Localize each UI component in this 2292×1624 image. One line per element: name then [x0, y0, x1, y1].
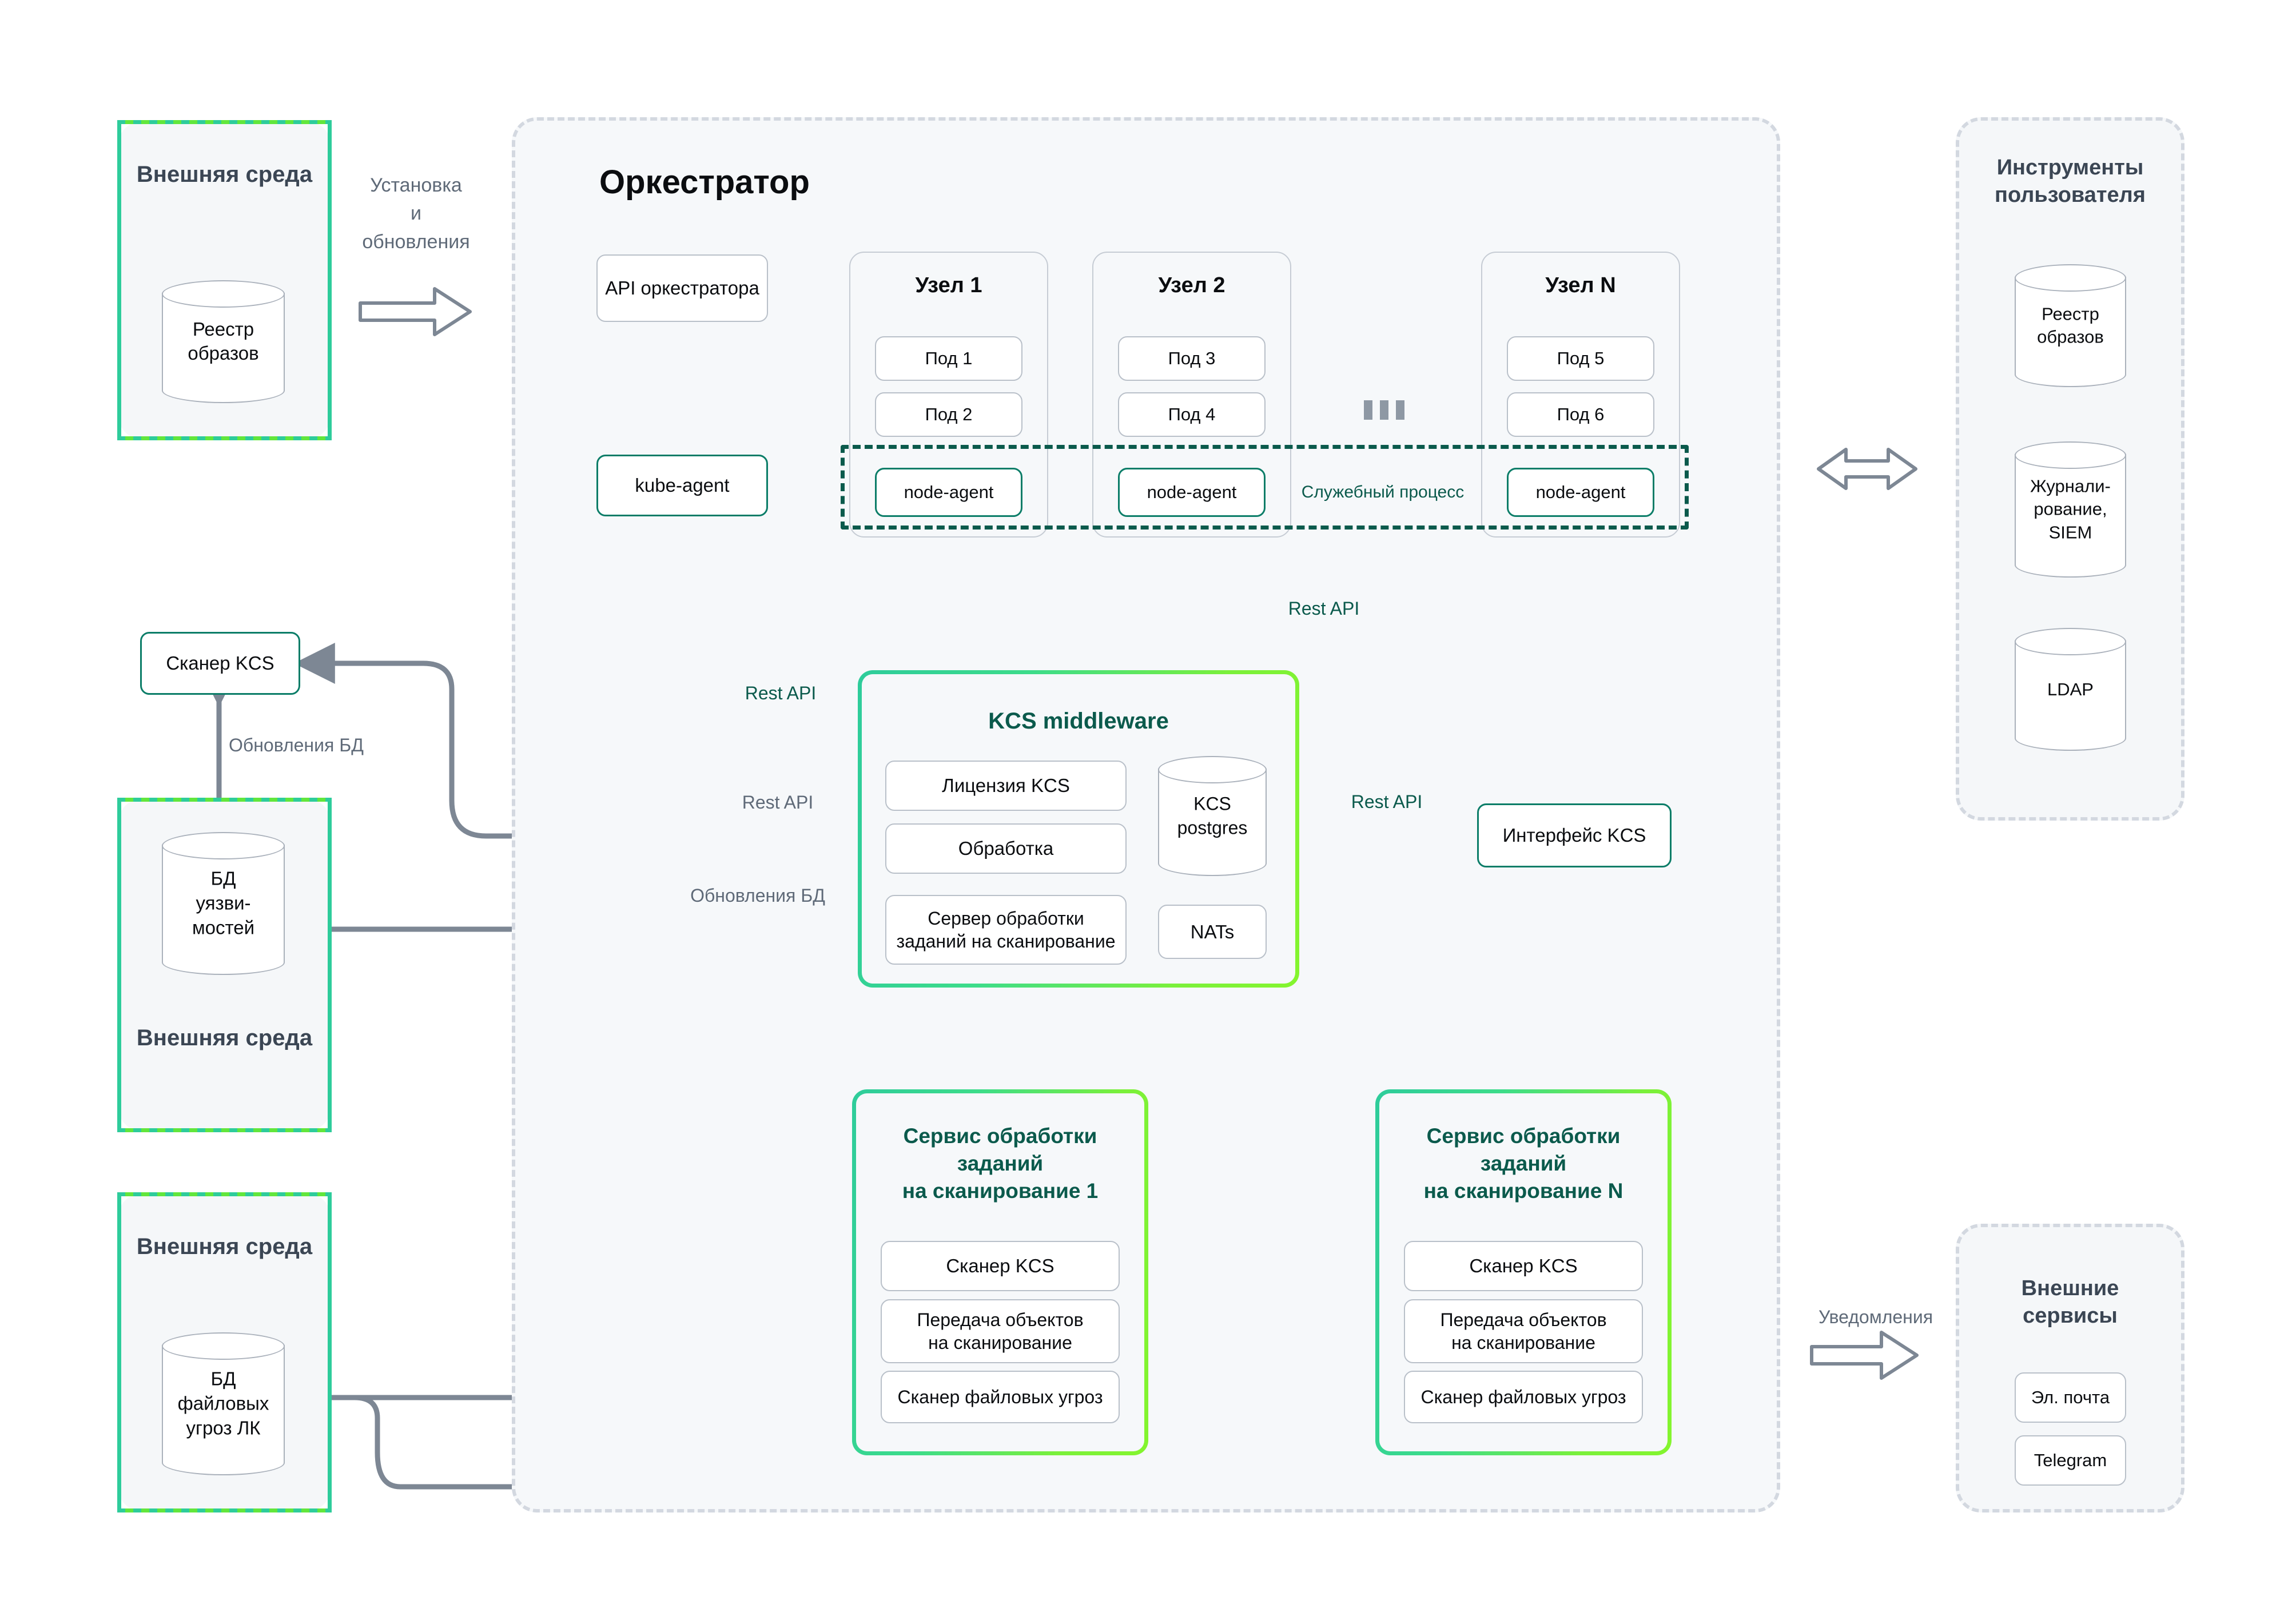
kube-agent-box[interactable]: kube-agent	[596, 455, 768, 516]
scan-service-n-file-threat-box[interactable]: Сканер файловых угроз	[1404, 1371, 1643, 1423]
image-registry-db-right-label: Реестр образов	[2037, 304, 2104, 347]
rest-api-interface-label: Rest API	[1351, 791, 1423, 812]
pod-box-4[interactable]: Под 4	[1118, 392, 1266, 437]
nats-box[interactable]: NATs	[1158, 905, 1267, 959]
service-process-band	[841, 445, 1689, 530]
processing-box[interactable]: Обработка	[885, 823, 1127, 874]
nats-label: NATs	[1190, 921, 1235, 942]
scan-service-n-transfer-box[interactable]: Передача объектов на сканирование	[1404, 1299, 1643, 1363]
kcs-postgres-db: KCS postgres	[1158, 756, 1267, 876]
external-env-mid-title: Внешняя среда	[129, 1024, 320, 1052]
scan-service-n-scanner-box[interactable]: Сканер KCS	[1404, 1241, 1643, 1291]
pod-box-2[interactable]: Под 2	[875, 392, 1022, 437]
scan-service-n-title: Сервис обработки заданий на сканирование N	[1423, 1124, 1624, 1203]
image-registry-db-left-label: Реестр образов	[188, 318, 259, 364]
node-n-title: Узел N	[1545, 273, 1616, 297]
telegram-label: Telegram	[2034, 1450, 2107, 1470]
license-kcs-label: Лицензия KCS	[942, 775, 1070, 797]
telegram-box[interactable]: Telegram	[2015, 1435, 2126, 1486]
external-env-top-title-text: Внешняя среда	[136, 162, 313, 187]
scan-task-server-label: Сервер обработки заданий на сканирование	[896, 908, 1116, 952]
email-label: Эл. почта	[2031, 1387, 2110, 1407]
kcs-scanner-left-label: Сканер KCS	[166, 652, 274, 674]
scan-service-1-title: Сервис обработки заданий на сканирование 1	[902, 1124, 1099, 1203]
notifications-label: Уведомления	[1790, 1304, 1961, 1330]
ldap-db: LDAP	[2015, 628, 2126, 751]
orchestrator-title: Оркестратор	[599, 163, 810, 201]
file-threat-db-label: БД файловых угроз ЛК	[177, 1368, 269, 1439]
vulnerability-db: БД уязви-мостей	[162, 832, 285, 975]
external-env-bottom-title-text: Внешняя среда	[136, 1234, 313, 1259]
pod-box-1[interactable]: Под 1	[875, 336, 1022, 381]
email-box[interactable]: Эл. почта	[2015, 1372, 2126, 1423]
pod-box-3[interactable]: Под 3	[1118, 336, 1266, 381]
license-kcs-box[interactable]: Лицензия KCS	[885, 761, 1127, 811]
kcs-middleware-title-text: KCS middleware	[988, 708, 1169, 734]
rest-api-scanner-label: Rest API	[742, 792, 814, 813]
external-env-mid-title-text: Внешняя среда	[136, 1025, 313, 1050]
nodes-ellipsis-icon	[1364, 400, 1404, 420]
db-updates-scanner-label: Обновления БД	[229, 735, 364, 755]
scan-service-1-transfer-box[interactable]: Передача объектов на сканирование	[881, 1299, 1120, 1363]
diagram-canvas: Внешняя среда Реестр образов Установка и об…	[0, 0, 2292, 1624]
node-2-title: Узел 2	[1158, 273, 1225, 297]
logging-siem-db: Журнали-рование, SIEM	[2015, 441, 2126, 578]
rest-api-nodes-label: Rest API	[1288, 598, 1360, 619]
node-1-title: Узел 1	[915, 273, 982, 297]
kcs-scanner-left-box[interactable]: Сканер KCS	[140, 632, 300, 695]
external-env-bottom-title: Внешняя среда	[129, 1232, 320, 1261]
kcs-middleware-title: KCS middleware	[858, 706, 1299, 736]
image-registry-db-left: Реестр образов	[162, 280, 285, 403]
kube-agent-label: kube-agent	[635, 475, 730, 496]
file-threat-db: БД файловых угроз ЛК	[162, 1332, 285, 1475]
vulnerability-db-label: БД уязви-мостей	[192, 867, 255, 938]
ldap-db-label: LDAP	[2047, 679, 2094, 699]
kcs-postgres-label: KCS postgres	[1177, 793, 1248, 838]
notifications-label-text: Уведомления	[1818, 1307, 1933, 1327]
external-services-title: Внешние сервисы	[2021, 1276, 2119, 1328]
api-orchestrator-label: API оркестратора	[605, 277, 759, 299]
api-orchestrator-box[interactable]: API оркестратора	[596, 254, 768, 322]
scan-service-1-scanner-box[interactable]: Сканер KCS	[881, 1241, 1120, 1291]
service-process-label: Служебный процесс	[1301, 483, 1465, 501]
kcs-interface-label: Интерфейс KCS	[1502, 825, 1646, 846]
logging-siem-db-label: Журнали-рование, SIEM	[2030, 476, 2111, 543]
processing-label: Обработка	[958, 838, 1054, 859]
pod-box-5[interactable]: Под 5	[1507, 336, 1654, 381]
scan-service-1-file-threat-box[interactable]: Сканер файловых угроз	[881, 1371, 1120, 1423]
pod-box-6[interactable]: Под 6	[1507, 392, 1654, 437]
db-updates-middleware-label: Обновления БД	[690, 885, 825, 906]
scan-task-server-box[interactable]: Сервер обработки заданий на сканирование	[885, 895, 1127, 965]
user-tools-title: Инструменты пользователя	[1995, 156, 2146, 207]
orchestrator-title-text: Оркестратор	[599, 164, 810, 201]
image-registry-db-right: Реестр образов	[2015, 264, 2126, 387]
rest-api-kube-label: Rest API	[745, 683, 817, 703]
kcs-interface-box[interactable]: Интерфейс KCS	[1477, 803, 1672, 867]
install-update-arrow-label: Установка и обновления	[362, 174, 470, 253]
external-env-top-title: Внешняя среда	[129, 160, 320, 189]
